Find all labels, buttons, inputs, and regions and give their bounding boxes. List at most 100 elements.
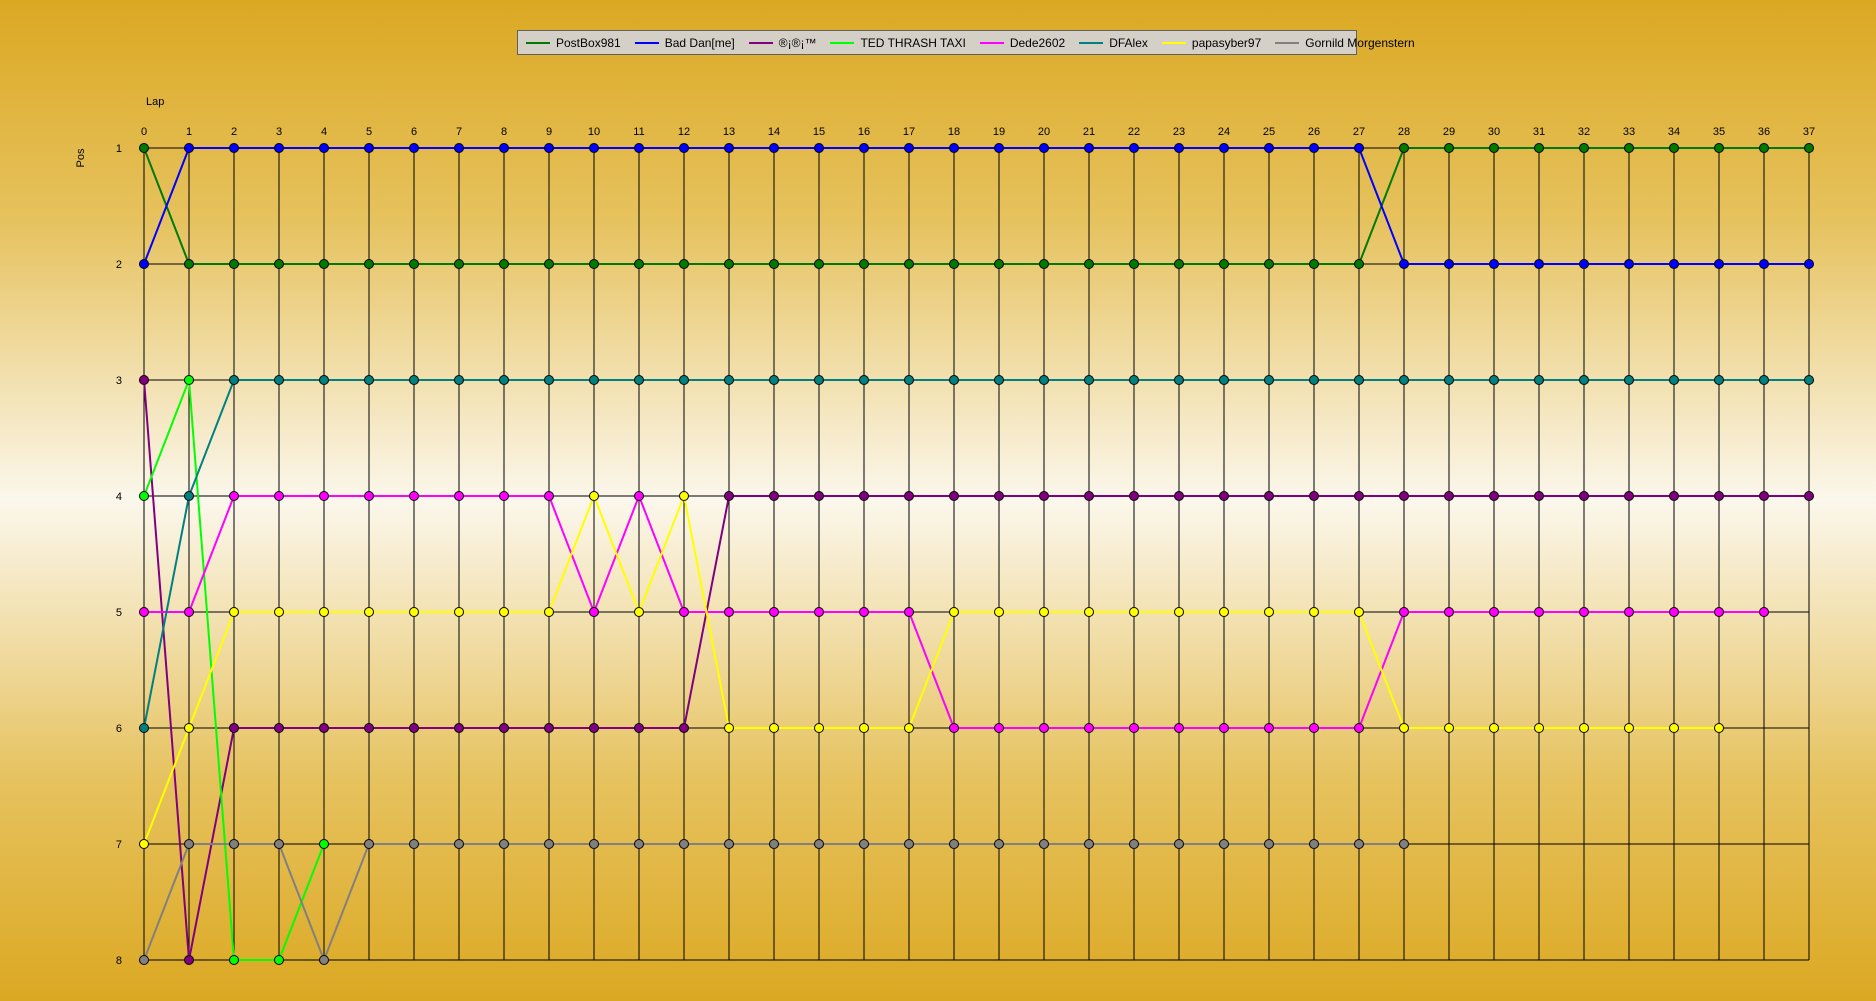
data-point bbox=[1264, 259, 1274, 269]
data-point bbox=[454, 607, 464, 617]
data-point bbox=[409, 375, 419, 385]
data-point bbox=[1579, 143, 1589, 153]
data-point bbox=[1804, 143, 1814, 153]
data-point bbox=[1309, 839, 1319, 849]
data-point bbox=[1534, 259, 1544, 269]
data-point bbox=[499, 839, 509, 849]
data-point bbox=[589, 259, 599, 269]
data-point bbox=[1624, 607, 1634, 617]
x-tick-label: 12 bbox=[678, 126, 690, 138]
data-point bbox=[1309, 491, 1319, 501]
data-point bbox=[1489, 607, 1499, 617]
series-points bbox=[139, 143, 1814, 965]
data-point bbox=[1129, 607, 1139, 617]
data-point bbox=[1219, 143, 1229, 153]
data-point bbox=[634, 375, 644, 385]
data-point bbox=[1759, 259, 1769, 269]
data-point bbox=[679, 723, 689, 733]
x-tick-label: 11 bbox=[633, 126, 644, 138]
data-point bbox=[1264, 491, 1274, 501]
data-point bbox=[184, 723, 194, 733]
data-point bbox=[679, 607, 689, 617]
data-point bbox=[1354, 259, 1364, 269]
data-point bbox=[1534, 143, 1544, 153]
data-point bbox=[1534, 491, 1544, 501]
x-tick-label: 3 bbox=[276, 126, 282, 138]
data-point bbox=[1669, 491, 1679, 501]
data-point bbox=[1669, 143, 1679, 153]
data-point bbox=[1489, 259, 1499, 269]
x-tick-label: 27 bbox=[1353, 126, 1365, 138]
data-point bbox=[409, 491, 419, 501]
y-axis-label: Pos bbox=[75, 148, 87, 167]
x-tick-label: 24 bbox=[1218, 126, 1230, 138]
data-point bbox=[1174, 491, 1184, 501]
data-point bbox=[904, 259, 914, 269]
y-tick-label: 6 bbox=[116, 723, 122, 735]
series-lines bbox=[143, 147, 1809, 963]
data-point bbox=[589, 375, 599, 385]
data-point bbox=[544, 259, 554, 269]
data-point bbox=[364, 607, 374, 617]
data-point bbox=[1129, 143, 1139, 153]
data-point bbox=[859, 723, 869, 733]
data-point bbox=[544, 491, 554, 501]
x-tick-label: 17 bbox=[903, 126, 915, 138]
data-point bbox=[1579, 723, 1589, 733]
data-point bbox=[769, 723, 779, 733]
data-point bbox=[949, 143, 959, 153]
x-tick-label: 20 bbox=[1038, 126, 1050, 138]
data-point bbox=[679, 259, 689, 269]
data-point bbox=[1669, 375, 1679, 385]
data-point bbox=[184, 259, 194, 269]
data-point bbox=[769, 839, 779, 849]
x-tick-label: 16 bbox=[858, 126, 870, 138]
y-tick-label: 5 bbox=[116, 607, 122, 619]
data-point bbox=[1714, 491, 1724, 501]
data-point bbox=[724, 375, 734, 385]
data-point bbox=[1039, 723, 1049, 733]
data-point bbox=[1354, 491, 1364, 501]
data-point bbox=[409, 839, 419, 849]
x-tick-label: 18 bbox=[948, 126, 960, 138]
data-point bbox=[184, 375, 194, 385]
data-point bbox=[229, 491, 239, 501]
data-point bbox=[409, 259, 419, 269]
x-tick-label: 8 bbox=[501, 126, 507, 138]
data-point bbox=[1084, 491, 1094, 501]
data-point bbox=[859, 375, 869, 385]
data-point bbox=[769, 491, 779, 501]
x-tick-label: 33 bbox=[1623, 126, 1635, 138]
data-point bbox=[1264, 375, 1274, 385]
data-point bbox=[589, 491, 599, 501]
data-point bbox=[949, 375, 959, 385]
data-point bbox=[454, 723, 464, 733]
data-point bbox=[1399, 375, 1409, 385]
x-tick-label: 2 bbox=[231, 126, 237, 138]
data-point bbox=[319, 491, 329, 501]
data-point bbox=[229, 955, 239, 965]
data-point bbox=[1129, 839, 1139, 849]
data-point bbox=[1399, 259, 1409, 269]
data-point bbox=[1354, 839, 1364, 849]
data-point bbox=[634, 607, 644, 617]
data-point bbox=[1579, 375, 1589, 385]
data-point bbox=[1579, 491, 1589, 501]
data-point bbox=[1084, 607, 1094, 617]
data-point bbox=[1624, 723, 1634, 733]
y-tick-label: 2 bbox=[116, 259, 122, 271]
data-point bbox=[814, 259, 824, 269]
x-tick-label: 32 bbox=[1578, 126, 1590, 138]
x-tick-label: 22 bbox=[1128, 126, 1140, 138]
x-tick-label: 28 bbox=[1398, 126, 1410, 138]
data-point bbox=[499, 259, 509, 269]
data-point bbox=[319, 723, 329, 733]
data-point bbox=[364, 839, 374, 849]
data-point bbox=[1174, 839, 1184, 849]
data-point bbox=[994, 607, 1004, 617]
data-point bbox=[1219, 259, 1229, 269]
data-point bbox=[1489, 375, 1499, 385]
series-line bbox=[143, 379, 1809, 961]
data-point bbox=[1579, 259, 1589, 269]
data-point bbox=[949, 491, 959, 501]
